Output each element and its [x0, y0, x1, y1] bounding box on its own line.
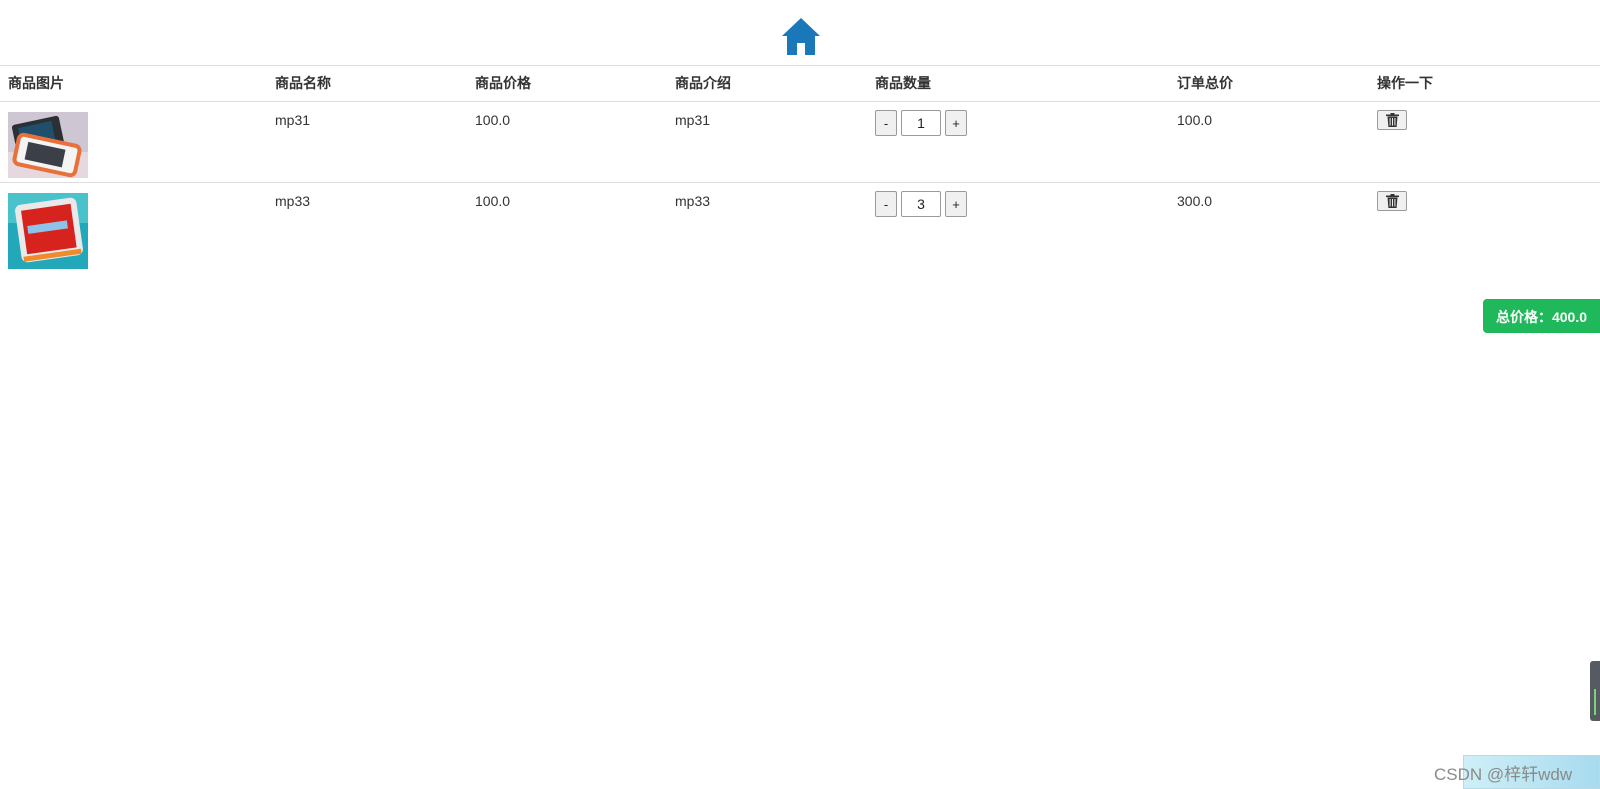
home-icon[interactable] [781, 17, 821, 57]
product-image [8, 193, 88, 269]
action-cell [1369, 182, 1600, 275]
product-image [8, 112, 88, 178]
decrement-button[interactable]: - [875, 191, 897, 217]
action-cell [1369, 101, 1600, 183]
table-header-row: 商品图片 商品名称 商品价格 商品介绍 商品数量 订单总价 操作一下 [0, 65, 1600, 102]
watermark-text: CSDN @梓轩wdw [1434, 765, 1573, 784]
side-widget-indicator [1594, 689, 1596, 715]
product-image-cell [0, 182, 267, 275]
table-row: mp33 100.0 mp33 - + 300.0 [0, 182, 1600, 275]
side-widget-handle[interactable] [1590, 661, 1600, 721]
order-subtotal: 300.0 [1169, 182, 1369, 275]
table-row: mp31 100.0 mp31 - + 100.0 [0, 101, 1600, 183]
product-intro: mp31 [667, 101, 867, 183]
order-subtotal: 100.0 [1169, 101, 1369, 183]
column-header-quantity: 商品数量 [867, 65, 1169, 102]
product-price: 100.0 [467, 182, 667, 275]
column-header-subtotal: 订单总价 [1169, 65, 1369, 102]
column-header-intro: 商品介绍 [667, 65, 867, 102]
product-image-cell [0, 101, 267, 183]
decrement-button[interactable]: - [875, 110, 897, 136]
column-header-image: 商品图片 [0, 65, 267, 102]
column-header-action: 操作一下 [1369, 65, 1600, 102]
increment-button[interactable]: + [945, 110, 967, 136]
column-header-name: 商品名称 [267, 65, 467, 102]
top-bar [0, 0, 1600, 65]
product-name: mp31 [267, 101, 467, 183]
product-price: 100.0 [467, 101, 667, 183]
quantity-stepper: - + [875, 110, 1161, 136]
quantity-input[interactable] [901, 191, 941, 217]
product-intro: mp33 [667, 182, 867, 275]
delete-button[interactable] [1377, 110, 1407, 130]
total-price-button[interactable]: 总价格：400.0 [1483, 299, 1600, 333]
trash-icon [1385, 113, 1399, 127]
product-name: mp33 [267, 182, 467, 275]
cart-table: 商品图片 商品名称 商品价格 商品介绍 商品数量 订单总价 操作一下 mp31 [0, 65, 1600, 275]
quantity-stepper: - + [875, 191, 1161, 217]
column-header-price: 商品价格 [467, 65, 667, 102]
quantity-cell: - + [867, 101, 1169, 183]
delete-button[interactable] [1377, 191, 1407, 211]
quantity-input[interactable] [901, 110, 941, 136]
quantity-cell: - + [867, 182, 1169, 275]
increment-button[interactable]: + [945, 191, 967, 217]
trash-icon [1385, 194, 1399, 208]
